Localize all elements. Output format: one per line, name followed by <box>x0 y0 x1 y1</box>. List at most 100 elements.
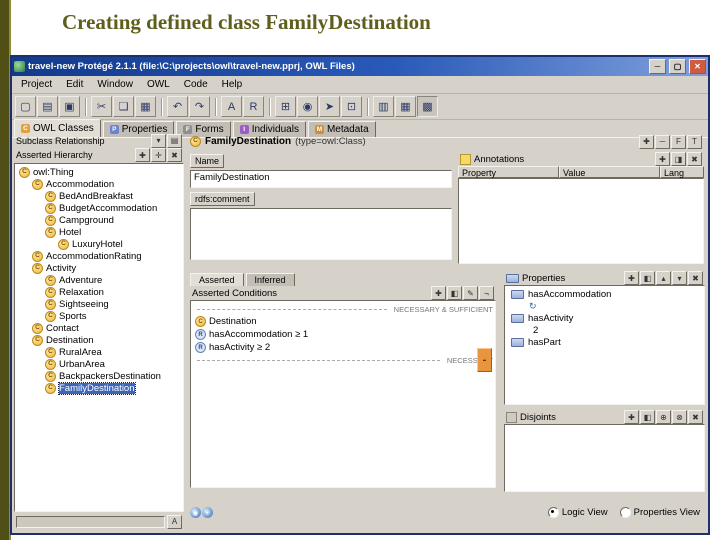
condition-item[interactable]: C Destination <box>193 315 493 328</box>
class-tree-item[interactable]: C owl:Thing <box>15 166 183 178</box>
delete-class-icon[interactable]: ✖ <box>167 148 182 162</box>
table-icon[interactable]: ▦ <box>395 96 416 117</box>
delete-disjoint-icon[interactable]: ✖ <box>688 410 703 424</box>
radio-icon <box>547 507 559 518</box>
menu-project[interactable]: Project <box>14 78 59 91</box>
class-tree-item[interactable]: C Hotel <box>15 226 183 238</box>
condition-item[interactable]: R hasActivity ≥ 2 <box>193 341 493 354</box>
delete-property-icon[interactable]: ✖ <box>688 271 703 285</box>
protege-window: travel-new Protégé 2.1.1 (file:\C:\proje… <box>10 55 710 535</box>
class-tree-item-label: owl:Thing <box>33 166 74 178</box>
open-project-icon[interactable]: ▤ <box>37 96 58 117</box>
class-tree-item[interactable]: C Sports <box>15 310 183 322</box>
create-annotation-icon[interactable]: ✚ <box>655 152 670 166</box>
property-item[interactable]: 2 <box>507 324 702 336</box>
comment-input[interactable] <box>190 208 452 260</box>
class-tree-item[interactable]: C AccommodationRating <box>15 250 183 262</box>
condition-item[interactable]: R hasAccommodation ≥ 1 <box>193 328 493 341</box>
tab-inferred[interactable]: Inferred <box>245 273 295 286</box>
insert-widget-icon[interactable]: ⊞ <box>275 96 296 117</box>
close-button[interactable]: ✕ <box>689 59 706 74</box>
ontology-globe-icon[interactable]: ◉ <box>297 96 318 117</box>
class-tree-item[interactable]: C BackpackersDestination <box>15 370 183 382</box>
disjoints-list[interactable] <box>504 424 705 492</box>
annotations-column-header[interactable]: Value <box>559 166 660 178</box>
annotations-column-header[interactable]: Lang <box>660 166 704 178</box>
edit-condition-icon[interactable]: ✎ <box>463 286 478 300</box>
class-tree-item[interactable]: C Adventure <box>15 274 183 286</box>
radio-properties-view[interactable]: Properties View <box>619 507 700 518</box>
property-item[interactable]: hasActivity <box>507 312 702 324</box>
class-tree-item[interactable]: C UrbanArea <box>15 358 183 370</box>
menu-code[interactable]: Code <box>177 78 215 91</box>
class-tree-item[interactable]: C Sightseeing <box>15 298 183 310</box>
class-tree-item[interactable]: C Activity <box>15 262 183 274</box>
create-class-icon[interactable]: ✚ <box>135 148 150 162</box>
create-subclass-icon[interactable]: ✛ <box>151 148 166 162</box>
run-inference-icon[interactable]: ➤ <box>319 96 340 117</box>
negate-condition-icon[interactable]: ¬ <box>479 286 494 300</box>
layout-icon[interactable]: ▥ <box>373 96 394 117</box>
class-tree-item[interactable]: C Campground <box>15 214 183 226</box>
editor-footer: ◉ ✳ Logic View Properties View <box>186 504 704 521</box>
mutual-disjoint-icon[interactable]: ⊗ <box>672 410 687 424</box>
add-annotation-icon[interactable]: ◨ <box>671 152 686 166</box>
letter-R-icon[interactable]: R <box>243 96 264 117</box>
save-project-icon[interactable]: ▣ <box>59 96 80 117</box>
annotations-table-body[interactable] <box>458 178 704 264</box>
class-tree-item[interactable]: C LuxuryHotel <box>15 238 183 250</box>
minimize-button[interactable]: ─ <box>649 59 666 74</box>
maximize-button[interactable]: ▢ <box>669 59 686 74</box>
add-condition-icon[interactable]: ◧ <box>447 286 462 300</box>
undo-icon[interactable]: ↶ <box>167 96 188 117</box>
new-project-icon[interactable]: ▢ <box>15 96 36 117</box>
menu-owl[interactable]: OWL <box>140 78 177 91</box>
cut-icon[interactable]: ✂ <box>91 96 112 117</box>
class-tree-item[interactable]: C Accommodation <box>15 178 183 190</box>
class-tree-item[interactable]: C BedAndBreakfast <box>15 190 183 202</box>
add-siblings-icon[interactable]: ⊕ <box>656 410 671 424</box>
class-icon: C <box>32 262 43 274</box>
paste-icon[interactable]: ▦ <box>135 96 156 117</box>
letter-F-icon[interactable]: F <box>671 134 686 149</box>
class-tree-item[interactable]: C Relaxation <box>15 286 183 298</box>
property-item[interactable]: hasAccommodation <box>507 288 702 300</box>
remove-class-icon[interactable]: ─ <box>655 134 670 149</box>
toolbar-icon <box>269 97 271 116</box>
class-tree-item[interactable]: C Destination <box>15 334 183 346</box>
grid-icon[interactable]: ▩ <box>417 96 438 117</box>
annotations-column-header[interactable]: Property <box>458 166 559 178</box>
radio-logic-view[interactable]: Logic View <box>547 507 608 518</box>
letter-A-icon[interactable]: A <box>221 96 242 117</box>
class-tree-item[interactable]: C BudgetAccommodation <box>15 202 183 214</box>
create-disjoint-icon[interactable]: ✚ <box>624 410 639 424</box>
window-titlebar[interactable]: travel-new Protégé 2.1.1 (file:\C:\proje… <box>12 57 708 76</box>
sort-az-icon[interactable]: A <box>167 514 182 529</box>
remove-condition-button[interactable]: - <box>477 348 492 372</box>
delete-annotation-icon[interactable]: ✖ <box>687 152 702 166</box>
letter-T-icon[interactable]: T <box>687 134 702 149</box>
add-property-icon[interactable]: ◧ <box>640 271 655 285</box>
tree-item-family-destination[interactable]: C FamilyDestination <box>15 381 183 395</box>
panel-menu-icon[interactable]: ▾ <box>151 133 166 148</box>
move-down-icon[interactable]: ▾ <box>672 271 687 285</box>
tab-asserted[interactable]: Asserted <box>190 273 244 286</box>
redo-icon[interactable]: ↷ <box>189 96 210 117</box>
class-tree-item[interactable]: C RuralArea <box>15 346 183 358</box>
add-disjoint-icon[interactable]: ◧ <box>640 410 655 424</box>
copy-icon[interactable]: ❏ <box>113 96 134 117</box>
create-condition-icon[interactable]: ✚ <box>431 286 446 300</box>
expand-all-icon[interactable]: ⊡ <box>341 96 362 117</box>
create-property-icon[interactable]: ✚ <box>624 271 639 285</box>
menu-window[interactable]: Window <box>90 78 140 91</box>
property-item[interactable]: ↻ <box>507 300 702 312</box>
class-tree-item[interactable]: C Contact <box>15 322 183 334</box>
panel-detach-icon[interactable]: ▤ <box>167 133 182 148</box>
menu-edit[interactable]: Edit <box>59 78 90 91</box>
property-item[interactable]: hasPart <box>507 336 702 348</box>
add-class-icon[interactable]: ✚ <box>639 134 654 149</box>
class-icon: C <box>45 226 56 238</box>
move-up-icon[interactable]: ▴ <box>656 271 671 285</box>
menu-help[interactable]: Help <box>215 78 250 91</box>
class-name-input[interactable]: FamilyDestination <box>190 170 452 188</box>
